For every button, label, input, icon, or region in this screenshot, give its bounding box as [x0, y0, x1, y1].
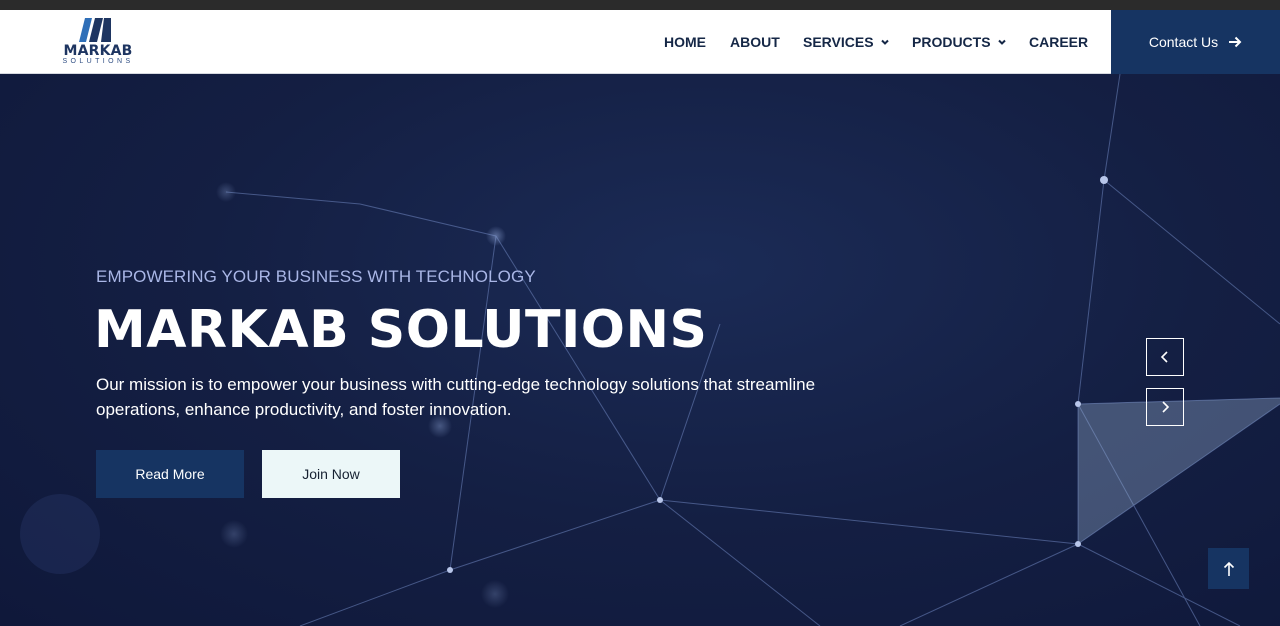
- join-now-button[interactable]: Join Now: [262, 450, 400, 498]
- chevron-down-icon: [880, 39, 889, 45]
- scroll-to-top-button[interactable]: [1208, 548, 1249, 589]
- hero-description: Our mission is to empower your business …: [96, 375, 816, 419]
- site-header: MARKAB SOLUTIONS HOME ABOUT SERVICES PRO…: [0, 10, 1280, 74]
- nav-services[interactable]: SERVICES: [803, 10, 890, 74]
- nav-home[interactable]: HOME: [664, 10, 706, 74]
- contact-us-button[interactable]: Contact Us: [1111, 10, 1280, 74]
- join-now-label: Join Now: [302, 466, 360, 482]
- slider-next-button[interactable]: [1146, 388, 1184, 426]
- nav-career-label: CAREER: [1029, 34, 1089, 50]
- nav-services-label: SERVICES: [803, 34, 874, 50]
- arrow-right-icon: [1229, 36, 1242, 48]
- nav-products[interactable]: PRODUCTS: [912, 10, 1007, 74]
- contact-us-label: Contact Us: [1148, 34, 1219, 50]
- chevron-down-icon: [997, 39, 1006, 45]
- chevron-left-icon: [1160, 351, 1168, 363]
- nav-about-label: ABOUT: [730, 34, 780, 50]
- nav-home-label: HOME: [664, 34, 706, 50]
- nav-products-label: PRODUCTS: [912, 34, 991, 50]
- logo-mark-icon: [79, 18, 111, 42]
- read-more-button[interactable]: Read More: [96, 450, 244, 498]
- hero-title: MARKAB SOLUTIONS: [94, 300, 708, 360]
- logo-wordmark: MARKAB: [63, 43, 133, 59]
- nav-career[interactable]: CAREER: [1029, 10, 1088, 74]
- slider-prev-button[interactable]: [1146, 338, 1184, 376]
- browser-top-strip: [0, 0, 1280, 10]
- hero-kicker: EMPOWERING YOUR BUSINESS WITH TECHNOLOGY: [96, 267, 536, 286]
- chevron-right-icon: [1162, 401, 1170, 413]
- arrow-up-icon: [1223, 561, 1234, 576]
- read-more-label: Read More: [135, 466, 205, 482]
- brand-logo[interactable]: MARKAB SOLUTIONS: [58, 16, 140, 68]
- hero-slider: EMPOWERING YOUR BUSINESS WITH TECHNOLOGY…: [0, 74, 1280, 626]
- logo-subtitle: SOLUTIONS: [62, 58, 134, 65]
- nav-about[interactable]: ABOUT: [730, 10, 780, 74]
